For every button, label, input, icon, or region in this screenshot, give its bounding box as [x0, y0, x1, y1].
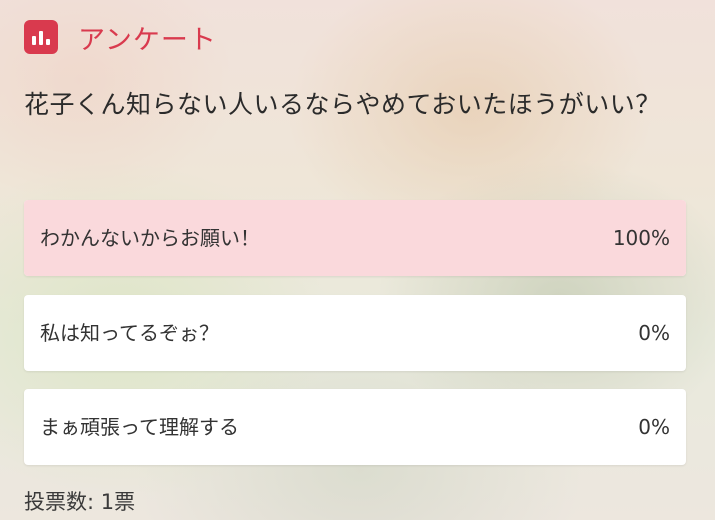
poll-option-1[interactable]: わかんないからお願い！ 100%	[24, 200, 686, 276]
poll-option-percent: 0%	[638, 321, 670, 345]
poll-option-label: 私は知ってるぞぉ？	[40, 321, 219, 345]
poll-question: 花子くん知らない人いるならやめておいたほうがいい？	[24, 90, 661, 119]
poll-header: アンケート	[24, 20, 217, 56]
poll-option-label: わかんないからお願い！	[40, 226, 260, 250]
vote-count: 投票数: 1票	[24, 490, 136, 514]
poll-option-percent: 0%	[638, 415, 670, 439]
poll-title: アンケート	[78, 24, 217, 56]
poll-option-3[interactable]: まぁ頑張って理解する 0%	[24, 389, 686, 465]
poll-option-label: まぁ頑張って理解する	[40, 415, 239, 439]
poll-option-percent: 100%	[612, 226, 670, 250]
bar-chart-icon	[24, 20, 58, 54]
poll-option-2[interactable]: 私は知ってるぞぉ？ 0%	[24, 295, 686, 371]
